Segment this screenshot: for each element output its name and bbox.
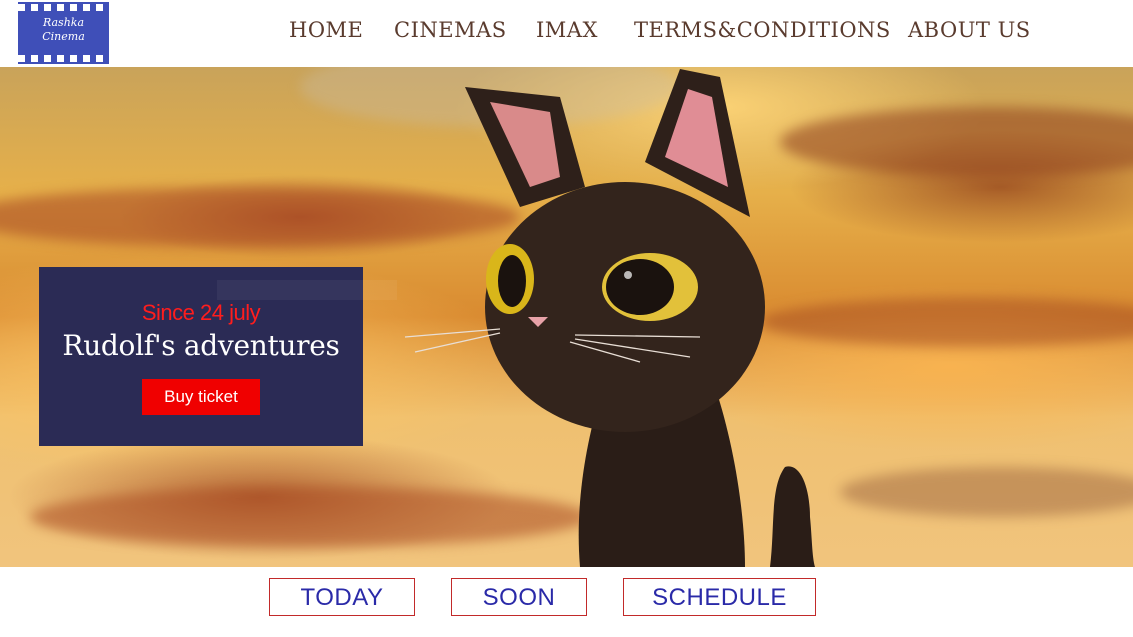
movie-title: Rudolf's adventures	[62, 329, 340, 362]
nav-imax-link[interactable]: IMAX	[536, 18, 598, 42]
panel-shadow-strip	[217, 280, 397, 300]
nav-home-link[interactable]: HOME	[289, 18, 363, 42]
logo-line-2: Cinema	[42, 30, 85, 43]
film-strip-bottom	[18, 55, 109, 62]
rashka-cinema-logo[interactable]: Rashka Cinema	[18, 2, 109, 64]
buy-ticket-button[interactable]: Buy ticket	[142, 379, 260, 415]
logo-line-1: Rashka	[42, 16, 85, 29]
release-date: Since 24 july	[141, 300, 261, 325]
logo-text: Rashka Cinema	[18, 16, 109, 44]
site-header: Rashka Cinema HOME CINEMAS IMAX TERMS&CO…	[0, 0, 1133, 67]
tab-today[interactable]: TODAY	[269, 578, 415, 616]
hero-banner: Since 24 july Rudolf's adventures Buy ti…	[0, 67, 1133, 567]
film-strip-top	[18, 4, 109, 11]
nav-cinemas-link[interactable]: CINEMAS	[394, 18, 507, 42]
tab-schedule[interactable]: SCHEDULE	[623, 578, 816, 616]
tab-soon[interactable]: SOON	[451, 578, 587, 616]
featured-movie-panel: Since 24 july Rudolf's adventures Buy ti…	[39, 267, 397, 446]
nav-about-link[interactable]: ABOUT US	[908, 18, 1031, 42]
nav-terms-link[interactable]: TERMS&CONDITIONS	[634, 18, 891, 42]
